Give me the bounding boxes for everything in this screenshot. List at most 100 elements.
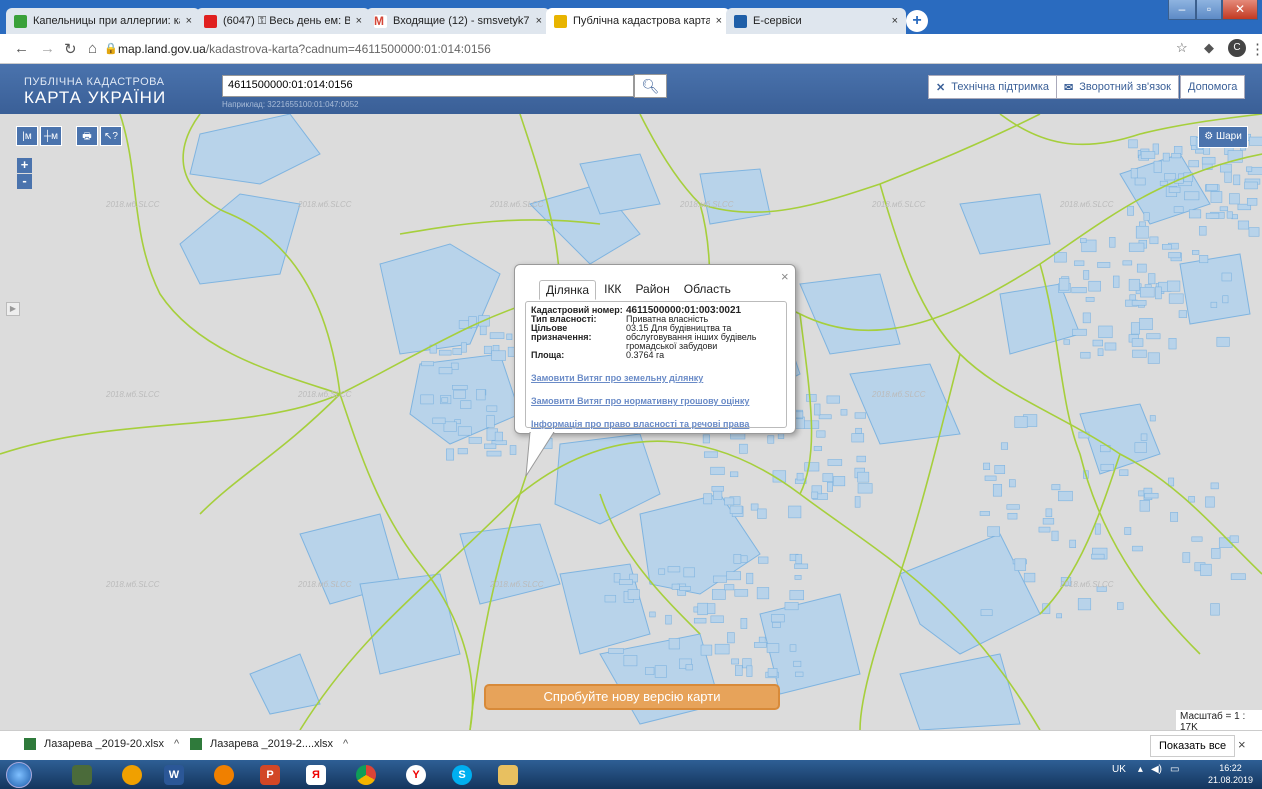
search-button[interactable]: 🔍︎ <box>634 74 667 98</box>
tab-district[interactable]: Район <box>629 280 675 300</box>
support-button[interactable]: ✕ Технічна підтримка <box>928 75 1058 99</box>
new-tab-button[interactable]: + <box>906 10 928 32</box>
browser-tab-active[interactable]: Публічна кадастрова карта Укр × <box>546 8 730 34</box>
taskbar-app[interactable]: W <box>154 762 194 787</box>
tray-arrow-icon[interactable]: ▴ <box>1138 764 1143 775</box>
maximize-button[interactable]: ▫ <box>1196 0 1222 20</box>
reload-icon[interactable]: ↻ <box>64 40 77 58</box>
home-icon[interactable]: ⌂ <box>88 40 97 57</box>
volume-icon[interactable]: ◀) <box>1151 764 1162 775</box>
ownership-info-link[interactable]: Інформація про право власності та речові… <box>531 419 781 429</box>
tab-close-icon[interactable]: × <box>186 15 192 27</box>
download-item[interactable]: Лазарева _2019-20.xlsx ^ <box>24 738 179 750</box>
close-icon[interactable]: × <box>781 269 789 284</box>
tab-close-icon[interactable]: × <box>536 15 542 27</box>
parcel <box>1140 286 1155 298</box>
parcel <box>733 554 742 564</box>
parcel <box>795 554 803 565</box>
parcel <box>649 611 656 618</box>
parcel <box>1182 552 1191 563</box>
close-window-button[interactable]: ✕ <box>1222 0 1258 20</box>
url-field[interactable]: map.land.gov.ua/kadastrova-karta?cadnum=… <box>118 42 491 56</box>
zoom-out-button[interactable]: - <box>17 174 32 189</box>
parcel <box>1094 523 1101 535</box>
measure-area-button[interactable]: ┼м <box>40 126 62 146</box>
parcel <box>756 587 770 600</box>
parcel <box>1229 193 1240 205</box>
menu-icon[interactable]: ⋮ <box>1250 40 1262 58</box>
parcel <box>476 389 486 401</box>
minimize-button[interactable]: – <box>1168 0 1196 20</box>
parcel <box>770 614 785 623</box>
star-icon[interactable]: ☆ <box>1176 40 1188 56</box>
parcel <box>1191 536 1203 542</box>
taskbar-app[interactable] <box>62 762 102 787</box>
chevron-up-icon[interactable]: ^ <box>343 738 348 750</box>
parcel <box>671 583 680 590</box>
parcel <box>1083 270 1090 280</box>
identify-button[interactable]: ↖? <box>100 126 122 146</box>
measure-length-button[interactable]: |м <box>16 126 38 146</box>
taskbar-app[interactable] <box>488 762 528 787</box>
parcel <box>441 397 449 403</box>
show-all-downloads-button[interactable]: Показать все <box>1150 735 1236 757</box>
browser-tab[interactable]: (6047) ⚿ Весь день ем: ВОЕННЫ × <box>196 8 370 34</box>
chevron-up-icon[interactable]: ^ <box>174 738 179 750</box>
parcel <box>1080 351 1091 359</box>
new-version-button[interactable]: Спробуйте нову версію карти <box>484 684 780 710</box>
tab-close-icon[interactable]: × <box>356 15 362 27</box>
parcel-info-popup: × Ділянка ІКК Район Область Кадастровий … <box>514 264 796 434</box>
taskbar-app[interactable] <box>112 762 152 787</box>
back-icon[interactable]: ← <box>14 40 29 57</box>
parcel <box>1143 212 1150 221</box>
field-row: Цільове призначення: 03.15 Для будівництв… <box>531 324 781 351</box>
order-extract-link[interactable]: Замовити Витяг про земельну ділянку <box>531 373 781 383</box>
start-button[interactable] <box>6 762 32 788</box>
parcel <box>794 575 802 580</box>
parcel <box>1045 508 1053 518</box>
taskbar-app[interactable] <box>346 762 386 787</box>
browser-tab[interactable]: Е-сервіси × <box>726 8 906 34</box>
parcel <box>1132 545 1143 552</box>
tab-parcel[interactable]: Ділянка <box>539 280 597 300</box>
profile-avatar[interactable]: C <box>1228 39 1246 57</box>
parcel <box>1132 349 1147 358</box>
network-icon[interactable]: ▭ <box>1170 764 1179 775</box>
map-watermark: 2018.мб.SLCC <box>106 580 160 589</box>
cadastral-map[interactable]: 2018.мб.SLCC 2018.мб.SLCC 2018.мб.SLCC 2… <box>0 114 1262 730</box>
taskbar-app[interactable]: S <box>442 762 482 787</box>
parcel <box>984 475 997 481</box>
download-item[interactable]: Лазарева _2019-2....xlsx ^ <box>190 738 348 750</box>
close-icon[interactable]: × <box>1238 737 1246 752</box>
tab-region[interactable]: Область <box>678 280 737 300</box>
parcel <box>1007 512 1018 520</box>
zoom-in-button[interactable]: + <box>17 158 32 173</box>
taskbar-app[interactable] <box>204 762 244 787</box>
land-use-purpose: 03.15 Для будівництва та обслуговування … <box>626 323 757 351</box>
tab-close-icon[interactable]: × <box>892 15 898 27</box>
taskbar-app[interactable]: P <box>250 762 290 787</box>
taskbar-app[interactable]: Y <box>396 762 436 787</box>
clock[interactable]: 16:22 21.08.2019 <box>1208 762 1253 786</box>
forward-icon[interactable]: → <box>40 40 55 57</box>
browser-tab[interactable]: M Входящие (12) - smsvetyk78@gm × <box>366 8 550 34</box>
download-filename: Лазарева _2019-2....xlsx <box>210 738 334 750</box>
feedback-button[interactable]: ✉ Зворотний зв'язок <box>1056 75 1179 99</box>
order-valuation-link[interactable]: Замовити Витяг про нормативну грошову оц… <box>531 396 781 406</box>
help-button[interactable]: Допомога <box>1180 75 1246 99</box>
extension-icon[interactable]: ◆ <box>1204 40 1214 56</box>
print-button[interactable]: 🖶 <box>76 126 98 146</box>
parcel <box>1246 166 1253 172</box>
side-panel-toggle[interactable]: ▶ <box>6 302 20 316</box>
search-input[interactable]: 4611500000:01:014:0156 <box>222 75 634 97</box>
tab-close-icon[interactable]: × <box>716 15 722 27</box>
parcel <box>826 395 840 404</box>
tab-ikk[interactable]: ІКК <box>598 280 627 300</box>
language-indicator[interactable]: UK <box>1112 764 1126 775</box>
parcel <box>658 568 666 575</box>
map-watermark: 2018.мб.SLCC <box>298 200 352 209</box>
parcel <box>703 493 713 505</box>
browser-tab[interactable]: Капельницы при аллергии: как × <box>6 8 200 34</box>
taskbar-app[interactable]: Я <box>296 762 336 787</box>
layers-button[interactable]: ⚙ Шари <box>1198 126 1248 148</box>
